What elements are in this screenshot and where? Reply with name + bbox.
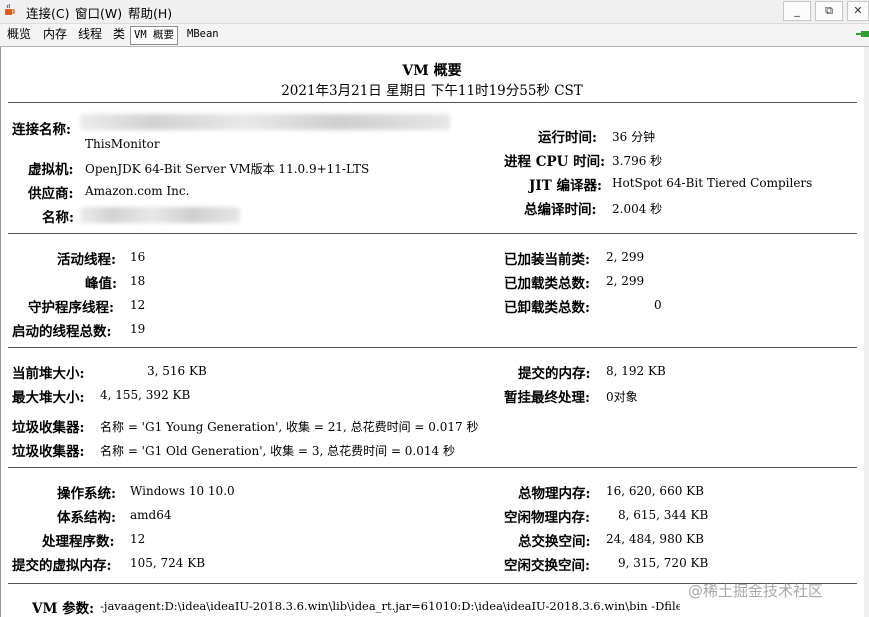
tab-threads[interactable]: 线程	[75, 26, 105, 43]
vm-label: 虚拟机:	[28, 162, 74, 178]
pending-finalization-label: 暂挂最终处理:	[504, 390, 590, 406]
total-loaded-classes-label: 已加载类总数:	[504, 276, 590, 292]
total-swap-label: 总交换空间:	[518, 534, 591, 550]
menu-help[interactable]: 帮助(H)	[128, 3, 172, 22]
jit-compiler-label: JIT 编译器:	[529, 178, 602, 194]
os-value: Windows 10 10.0	[130, 484, 235, 498]
redacted-name	[80, 207, 240, 223]
menu-bar: 连接(C) 窗口(W) 帮助(H) _ ⧉ ✕	[0, 0, 869, 24]
started-threads-label: 启动的线程总数:	[12, 324, 112, 340]
connection-name-value: ThisMonitor	[85, 137, 160, 151]
live-threads-value: 16	[130, 250, 146, 264]
peak-label: 峰值:	[85, 276, 117, 292]
gc-young-label: 垃圾收集器:	[12, 420, 85, 436]
divider	[8, 233, 857, 234]
vendor-value: Amazon.com Inc.	[85, 184, 190, 198]
cpu-time-label: 进程 CPU 时间:	[504, 154, 606, 170]
restore-button[interactable]: ⧉	[815, 1, 843, 21]
architecture-value: amd64	[130, 508, 172, 522]
unloaded-classes-value: 0	[654, 298, 662, 312]
loaded-classes-value: 2, 299	[606, 250, 645, 264]
gc-old-value: 名称 = 'G1 Old Generation', 收集 = 3, 总花费时间 …	[100, 444, 455, 458]
connection-name-label: 连接名称:	[12, 122, 71, 138]
daemon-threads-value: 12	[130, 298, 146, 312]
watermark: @稀土掘金技术社区	[688, 582, 824, 600]
cpu-time-value: 3.796 秒	[612, 154, 663, 168]
pending-finalization-value: 0对象	[606, 390, 638, 404]
free-swap-value: 9, 315, 720 KB	[618, 556, 709, 570]
started-threads-value: 19	[130, 322, 146, 336]
processors-label: 处理程序数:	[42, 534, 115, 550]
vendor-label: 供应商:	[28, 186, 74, 202]
vm-args-label: VM 参数:	[32, 601, 95, 617]
committed-memory-value: 8, 192 KB	[606, 364, 666, 378]
divider	[8, 347, 857, 348]
free-physical-memory-label: 空闲物理内存:	[504, 510, 590, 526]
uptime-label: 运行时间:	[538, 130, 597, 146]
loaded-classes-label: 已加装当前类:	[504, 252, 590, 268]
free-swap-label: 空闲交换空间:	[504, 558, 590, 574]
total-swap-value: 24, 484, 980 KB	[606, 532, 704, 546]
total-physical-memory-value: 16, 620, 660 KB	[606, 484, 704, 498]
vm-value: OpenJDK 64-Bit Server VM版本 11.0.9+11-LTS	[85, 162, 370, 176]
connection-status-icon	[856, 31, 869, 37]
java-cup-icon	[5, 3, 15, 15]
committed-virtual-memory-label: 提交的虚拟内存:	[12, 558, 112, 574]
timestamp: 2021年3月21日 星期日 下午11时19分55秒 CST	[281, 83, 583, 99]
committed-memory-label: 提交的内存:	[518, 366, 591, 382]
os-label: 操作系统:	[57, 486, 116, 502]
vm-args-value: -javaagent:D:\idea\ideaIU-2018.3.6.win\l…	[100, 599, 680, 613]
minimize-button[interactable]: _	[783, 1, 811, 21]
jit-compiler-value: HotSpot 64-Bit Tiered Compilers	[612, 176, 813, 190]
total-loaded-classes-value: 2, 299	[606, 274, 645, 288]
redacted-connection-name	[80, 114, 450, 130]
page-title: VM 概要	[402, 63, 462, 79]
divider	[8, 102, 857, 103]
tab-bar: 概览 内存 线程 类 VM 概要 MBean	[0, 24, 869, 47]
current-heap-value: 3, 516 KB	[147, 364, 207, 378]
compile-time-label: 总编译时间:	[524, 202, 597, 218]
tab-vm-summary[interactable]: VM 概要	[130, 26, 178, 45]
menu-window[interactable]: 窗口(W)	[75, 3, 122, 22]
current-heap-label: 当前堆大小:	[12, 366, 85, 382]
tab-overview[interactable]: 概览	[4, 26, 34, 43]
daemon-threads-label: 守护程序线程:	[28, 300, 114, 316]
tab-memory[interactable]: 内存	[40, 26, 70, 43]
architecture-label: 体系结构:	[57, 510, 116, 526]
unloaded-classes-label: 已卸载类总数:	[504, 300, 590, 316]
close-button[interactable]: ✕	[847, 1, 869, 21]
live-threads-label: 活动线程:	[57, 252, 116, 268]
gc-young-value: 名称 = 'G1 Young Generation', 收集 = 21, 总花费…	[100, 420, 479, 434]
menu-connection[interactable]: 连接(C)	[26, 3, 69, 22]
uptime-value: 36 分钟	[612, 130, 656, 144]
tab-mbean[interactable]: MBean	[184, 26, 222, 43]
max-heap-value: 4, 155, 392 KB	[100, 388, 191, 402]
compile-time-value: 2.004 秒	[612, 202, 663, 216]
tab-classes[interactable]: 类	[110, 26, 128, 43]
total-physical-memory-label: 总物理内存:	[518, 486, 591, 502]
max-heap-label: 最大堆大小:	[12, 390, 85, 406]
vertical-scrollbar[interactable]	[864, 47, 869, 617]
gc-old-label: 垃圾收集器:	[12, 444, 85, 460]
free-physical-memory-value: 8, 615, 344 KB	[618, 508, 709, 522]
processors-value: 12	[130, 532, 146, 546]
committed-virtual-memory-value: 105, 724 KB	[130, 556, 206, 570]
peak-value: 18	[130, 274, 146, 288]
name-label: 名称:	[42, 210, 74, 226]
divider	[8, 467, 857, 468]
